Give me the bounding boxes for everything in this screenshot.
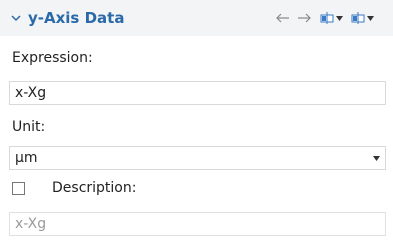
description-label: Description: — [52, 180, 137, 196]
chevron-down-icon — [373, 156, 380, 161]
section-header[interactable]: y-Axis Data — [0, 0, 393, 36]
back-button[interactable] — [275, 11, 291, 25]
unit-value: μm — [15, 150, 38, 166]
expression-label: Expression: — [12, 50, 93, 66]
table-insert-icon — [351, 12, 365, 24]
description-checkbox[interactable] — [12, 182, 25, 195]
description-input: x-Xg — [9, 212, 386, 236]
unit-label: Unit: — [12, 119, 46, 135]
chevron-down-icon — [367, 15, 374, 21]
table-insert-icon — [320, 12, 334, 24]
unit-select[interactable]: μm — [9, 146, 386, 170]
chevron-down-icon[interactable] — [10, 12, 22, 24]
arrow-left-icon — [276, 13, 289, 23]
expression-input[interactable]: x-Xg — [9, 81, 386, 105]
forward-button[interactable] — [296, 11, 312, 25]
insert-table-menu-button[interactable] — [320, 11, 343, 25]
chevron-down-icon — [336, 15, 343, 21]
insert-table-menu-button-2[interactable] — [351, 11, 374, 25]
section-title: y-Axis Data — [28, 9, 125, 27]
arrow-right-icon — [298, 13, 311, 23]
